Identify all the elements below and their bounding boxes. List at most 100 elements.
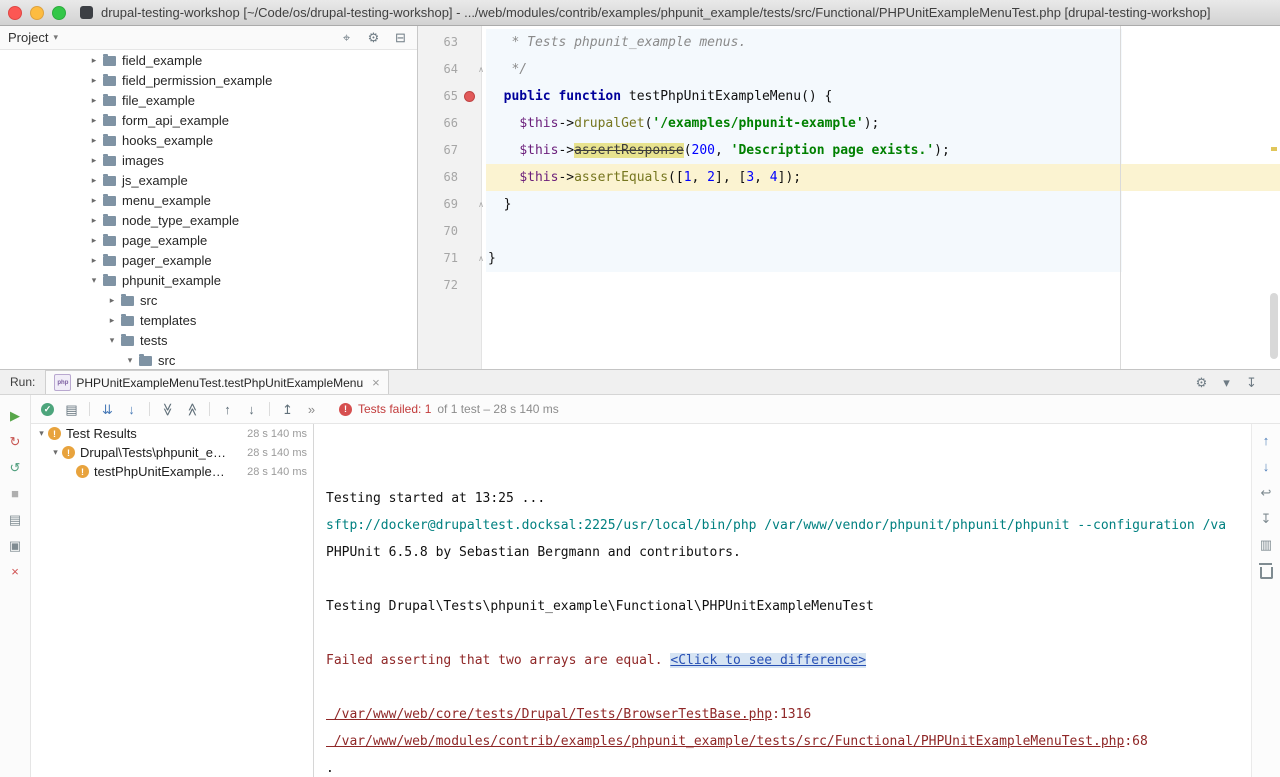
- folder-name: src: [158, 353, 175, 368]
- editor-line[interactable]: 70: [418, 218, 1280, 245]
- gear-icon[interactable]: ⚙: [1193, 374, 1210, 391]
- fold-marker-icon[interactable]: ∧: [478, 254, 484, 263]
- console-toolbar: ↑ ↓ ↩ ↧ ▥: [1251, 424, 1280, 777]
- test-tree-row[interactable]: !testPhpUnitExampleMenu28 s 140 ms: [31, 462, 313, 481]
- file-link[interactable]: /var/www/web/core/tests/Drupal/Tests/Bro…: [326, 707, 772, 722]
- file-link[interactable]: /var/www/web/modules/contrib/examples/ph…: [326, 734, 1124, 749]
- editor-line[interactable]: 67 $this->assertResponse(200, 'Descripti…: [418, 137, 1280, 164]
- project-tree-item[interactable]: ▸file_example: [0, 90, 417, 110]
- sort-alphabetically-icon[interactable]: ↓: [123, 401, 140, 418]
- close-window-button[interactable]: [8, 6, 22, 20]
- expand-arrow-icon[interactable]: ▸: [88, 195, 100, 206]
- zoom-window-button[interactable]: [52, 6, 66, 20]
- project-tree-item[interactable]: ▸templates: [0, 310, 417, 330]
- warning-stripe-mark[interactable]: [1271, 147, 1277, 151]
- minimize-window-button[interactable]: [30, 6, 44, 20]
- clear-all-icon[interactable]: [1258, 562, 1275, 579]
- project-tree-item[interactable]: ▸js_example: [0, 170, 417, 190]
- diff-link[interactable]: <Click to see difference>: [670, 653, 866, 668]
- fold-marker-icon[interactable]: ∧: [478, 200, 484, 209]
- expand-arrow-icon[interactable]: ▸: [88, 255, 100, 266]
- code-editor[interactable]: 63 * Tests phpunit_example menus.64∧ */6…: [418, 25, 1280, 369]
- close-tab-icon[interactable]: ×: [372, 375, 380, 390]
- dump-threads-icon[interactable]: ▤: [7, 511, 24, 528]
- folder-icon: [103, 216, 116, 226]
- expand-arrow-icon[interactable]: ▸: [88, 115, 100, 126]
- caret-down-icon[interactable]: ▾: [1218, 374, 1235, 391]
- project-tree-item[interactable]: ▸field_permission_example: [0, 70, 417, 90]
- fold-marker-icon[interactable]: ∧: [478, 65, 484, 74]
- hide-passed-icon[interactable]: ✓: [39, 401, 56, 418]
- hide-panel-icon[interactable]: ⊟: [392, 29, 409, 46]
- rerun-failed-tests-icon[interactable]: ↻: [7, 433, 24, 450]
- close-icon[interactable]: ×: [7, 563, 24, 580]
- next-occurrence-icon[interactable]: ↓: [243, 401, 260, 418]
- collapse-arrow-icon[interactable]: ▾: [124, 355, 136, 366]
- separator: [269, 402, 270, 416]
- project-tree-item[interactable]: ▸form_api_example: [0, 110, 417, 130]
- show-ignored-icon[interactable]: ▤: [63, 401, 80, 418]
- project-tree-item[interactable]: ▸page_example: [0, 230, 417, 250]
- project-tree-item[interactable]: ▸menu_example: [0, 190, 417, 210]
- expand-all-icon[interactable]: ≫: [159, 401, 176, 418]
- toggle-auto-test-icon[interactable]: ↺: [7, 459, 24, 476]
- project-tree-item[interactable]: ▸field_example: [0, 50, 417, 70]
- test-console[interactable]: Testing started at 13:25 ...sftp://docke…: [314, 424, 1252, 777]
- more-icon[interactable]: »: [303, 401, 320, 418]
- editor-line[interactable]: 66 $this->drupalGet('/examples/phpunit-e…: [418, 110, 1280, 137]
- scroll-from-source-icon[interactable]: ⌖: [338, 29, 355, 46]
- project-tree-item[interactable]: ▸images: [0, 150, 417, 170]
- editor-line[interactable]: 65 public function testPhpUnitExampleMen…: [418, 83, 1280, 110]
- expand-arrow-icon[interactable]: ▸: [106, 315, 118, 326]
- expand-arrow-icon[interactable]: ▸: [88, 215, 100, 226]
- test-tree-row[interactable]: ▾!Drupal\Tests\phpunit_example\Functiona…: [31, 443, 313, 462]
- editor-line[interactable]: 71∧}: [418, 245, 1280, 272]
- editor-line[interactable]: 68 $this->assertEquals([1, 2], [3, 4]);: [418, 164, 1280, 191]
- collapse-arrow-icon[interactable]: ▾: [35, 428, 48, 439]
- editor-line[interactable]: 69∧ }: [418, 191, 1280, 218]
- project-panel-header[interactable]: Project ▾ ⌖⚙⊟: [0, 25, 417, 50]
- console-output: Testing started at 13:25 ...sftp://docke…: [326, 485, 1252, 777]
- project-tree-item[interactable]: ▾phpunit_example: [0, 270, 417, 290]
- expand-arrow-icon[interactable]: ▸: [88, 55, 100, 66]
- editor-line[interactable]: 64∧ */: [418, 56, 1280, 83]
- console-line: Testing started at 13:25 ...: [326, 485, 1252, 512]
- project-panel-title: Project: [8, 30, 48, 45]
- hide-panel-icon[interactable]: ↧: [1243, 374, 1260, 391]
- expand-arrow-icon[interactable]: ▸: [88, 135, 100, 146]
- project-tree-item[interactable]: ▸hooks_example: [0, 130, 417, 150]
- expand-arrow-icon[interactable]: ▸: [88, 175, 100, 186]
- gear-icon[interactable]: ⚙: [365, 29, 382, 46]
- project-tree-item[interactable]: ▸node_type_example: [0, 210, 417, 230]
- editor-line[interactable]: 63 * Tests phpunit_example menus.: [418, 29, 1280, 56]
- previous-occurrence-icon[interactable]: ↑: [219, 401, 236, 418]
- export-test-results-icon[interactable]: ▣: [7, 537, 24, 554]
- expand-arrow-icon[interactable]: ▸: [88, 155, 100, 166]
- editor-line[interactable]: 72: [418, 272, 1280, 299]
- stop-icon[interactable]: ■: [7, 485, 24, 502]
- test-tree-row[interactable]: ▾!Test Results28 s 140 ms: [31, 424, 313, 443]
- project-tree-item[interactable]: ▾ src: [0, 350, 417, 369]
- rerun-test-icon[interactable]: ▶: [7, 407, 24, 424]
- failed-test-gutter-icon[interactable]: [464, 91, 475, 102]
- collapse-arrow-icon[interactable]: ▾: [88, 275, 100, 286]
- expand-arrow-icon[interactable]: ▸: [88, 235, 100, 246]
- print-icon[interactable]: ▥: [1258, 536, 1275, 553]
- scroll-to-end-icon[interactable]: ↧: [1258, 510, 1275, 527]
- sort-by-duration-icon[interactable]: ⇊: [99, 401, 116, 418]
- collapse-all-icon[interactable]: ≫: [183, 401, 200, 418]
- project-tree-item[interactable]: ▸src: [0, 290, 417, 310]
- expand-arrow-icon[interactable]: ▸: [106, 295, 118, 306]
- expand-arrow-icon[interactable]: ▸: [88, 75, 100, 86]
- run-tab[interactable]: php PHPUnitExampleMenuTest.testPhpUnitEx…: [45, 370, 388, 394]
- expand-arrow-icon[interactable]: ▸: [88, 95, 100, 106]
- project-tree-item[interactable]: ▾tests: [0, 330, 417, 350]
- import-test-results-icon[interactable]: ↥: [279, 401, 296, 418]
- down-stack-trace-icon[interactable]: ↓: [1258, 458, 1275, 475]
- soft-wrap-icon[interactable]: ↩: [1258, 484, 1275, 501]
- collapse-arrow-icon[interactable]: ▾: [49, 447, 62, 458]
- project-tree-item[interactable]: ▸pager_example: [0, 250, 417, 270]
- up-stack-trace-icon[interactable]: ↑: [1258, 432, 1275, 449]
- collapse-arrow-icon[interactable]: ▾: [106, 335, 118, 346]
- editor-scrollbar-thumb[interactable]: [1270, 293, 1278, 359]
